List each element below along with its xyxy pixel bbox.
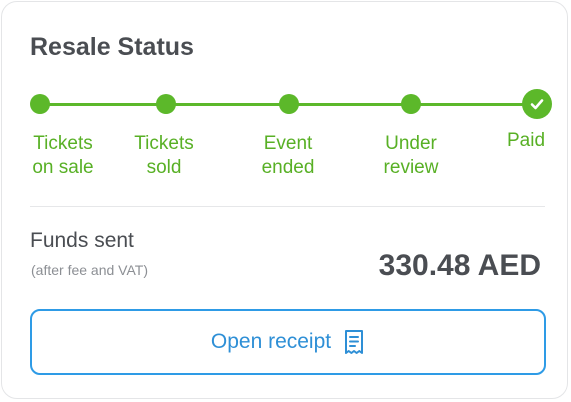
step-dot-tickets-sold xyxy=(155,94,176,114)
step-label-line2: review xyxy=(383,157,439,178)
step-dot-tickets-on-sale xyxy=(30,94,50,114)
step-dot-event-ended xyxy=(278,94,299,114)
step-label-under-review: Under review xyxy=(351,132,471,180)
step-label-event-ended: Event ended xyxy=(228,132,348,180)
card-title: Resale Status xyxy=(30,33,194,61)
funds-amount: 330.48 AED xyxy=(378,249,541,282)
step-label-line1: Tickets xyxy=(134,133,194,154)
funds-sent-label: Funds sent xyxy=(30,229,134,252)
step-label-line1: Paid xyxy=(506,130,546,151)
step-label-line1: Under xyxy=(385,133,437,154)
check-icon xyxy=(530,99,544,110)
open-receipt-label: Open receipt xyxy=(210,330,332,353)
step-label-line2: sold xyxy=(146,157,182,178)
step-label-tickets-sold: Tickets sold xyxy=(104,132,224,180)
step-label-line2: ended xyxy=(261,157,315,178)
divider xyxy=(30,206,545,207)
step-dot-paid xyxy=(522,89,552,119)
resale-status-card: Resale Status Tickets on sale Tickets so… xyxy=(1,1,568,399)
step-label-line1: Event xyxy=(263,133,313,154)
funds-fee-note: (after fee and VAT) xyxy=(31,262,148,278)
open-receipt-button[interactable]: Open receipt xyxy=(30,309,546,375)
receipt-icon xyxy=(345,330,364,354)
step-dot-under-review xyxy=(401,94,421,114)
status-progress-track xyxy=(30,89,552,119)
step-label-paid: Paid xyxy=(466,129,571,153)
